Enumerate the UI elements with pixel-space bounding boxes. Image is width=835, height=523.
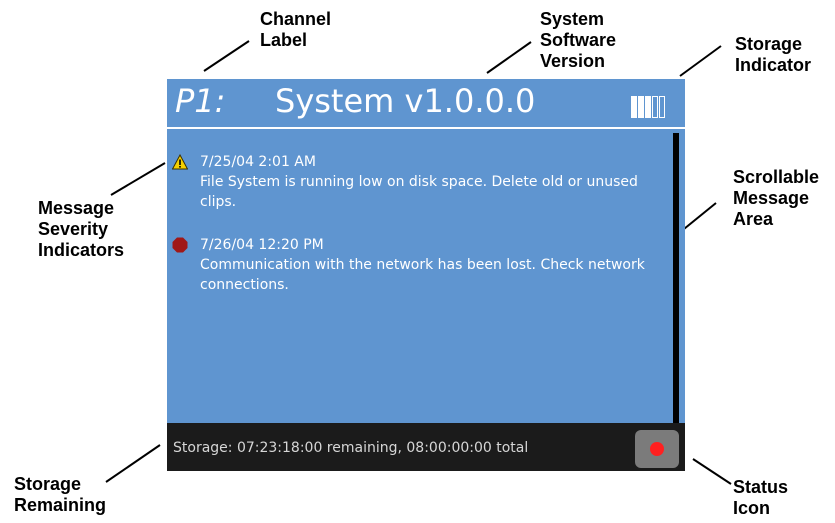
callout-line: Message	[733, 188, 810, 208]
storage-segment	[638, 96, 644, 118]
callout-line: System	[540, 9, 605, 29]
callout-line: Scrollable	[733, 167, 820, 187]
error-octagon-icon	[172, 237, 188, 253]
callout-storage-indicator: Storage Indicator	[735, 34, 811, 76]
storage-segment	[652, 96, 658, 118]
message-timestamp: 7/26/04 12:20 PM	[200, 237, 324, 253]
storage-remaining-text: Storage: 07:23:18:00 remaining, 08:00:00…	[173, 440, 529, 456]
callout-line: Channel	[260, 9, 332, 29]
leader-line-storage-remaining	[105, 444, 161, 483]
leader-line-severity	[110, 162, 166, 196]
callout-line: Indicator	[735, 55, 812, 75]
warning-triangle-icon	[172, 154, 188, 170]
leader-line-version	[486, 41, 532, 74]
storage-segment	[631, 96, 637, 118]
title-bar: P1: System v1.0.0.0	[167, 79, 685, 127]
callout-line: Indicators	[38, 240, 125, 260]
status-button[interactable]	[635, 430, 679, 468]
channel-label: P1:	[175, 82, 226, 120]
callout-line: Message	[38, 198, 115, 218]
callout-line: Label	[260, 30, 308, 50]
callout-scrollable-message-area: Scrollable Message Area	[733, 167, 819, 230]
status-footer: Storage: 07:23:18:00 remaining, 08:00:00…	[167, 423, 685, 471]
callout-line: Remaining	[14, 495, 107, 515]
message-area[interactable]: 7/25/04 2:01 AM File System is running l…	[167, 129, 685, 423]
callout-line: Icon	[733, 498, 771, 518]
leader-line-status-icon	[692, 458, 732, 485]
record-icon	[650, 442, 664, 456]
callout-storage-remaining: Storage Remaining	[14, 474, 106, 516]
callout-line: Storage	[14, 474, 82, 494]
message-scrollbar[interactable]	[673, 133, 679, 424]
callout-message-severity-indicators: Message Severity Indicators	[38, 198, 124, 261]
callout-system-software-version: System Software Version	[540, 9, 616, 72]
callout-channel-label: Channel Label	[260, 9, 331, 51]
storage-indicator	[631, 96, 665, 118]
callout-line: Severity	[38, 219, 109, 239]
callout-status-icon: Status Icon	[733, 477, 788, 519]
device-screen: P1: System v1.0.0.0 7/25/04 2:01 AM File…	[167, 79, 685, 471]
system-version: System v1.0.0.0	[275, 82, 536, 120]
callout-line: Area	[733, 209, 774, 229]
callout-line: Storage	[735, 34, 803, 54]
storage-segment	[659, 96, 665, 118]
message-text: Communication with the network has been …	[200, 257, 645, 293]
leader-line-storage-indicator	[679, 45, 722, 77]
callout-line: Version	[540, 51, 606, 71]
message-text: File System is running low on disk space…	[200, 174, 638, 210]
leader-line-channel	[203, 40, 250, 72]
callout-line: Status	[733, 477, 789, 497]
message-timestamp: 7/25/04 2:01 AM	[200, 154, 316, 170]
callout-line: Software	[540, 30, 617, 50]
storage-segment	[645, 96, 651, 118]
